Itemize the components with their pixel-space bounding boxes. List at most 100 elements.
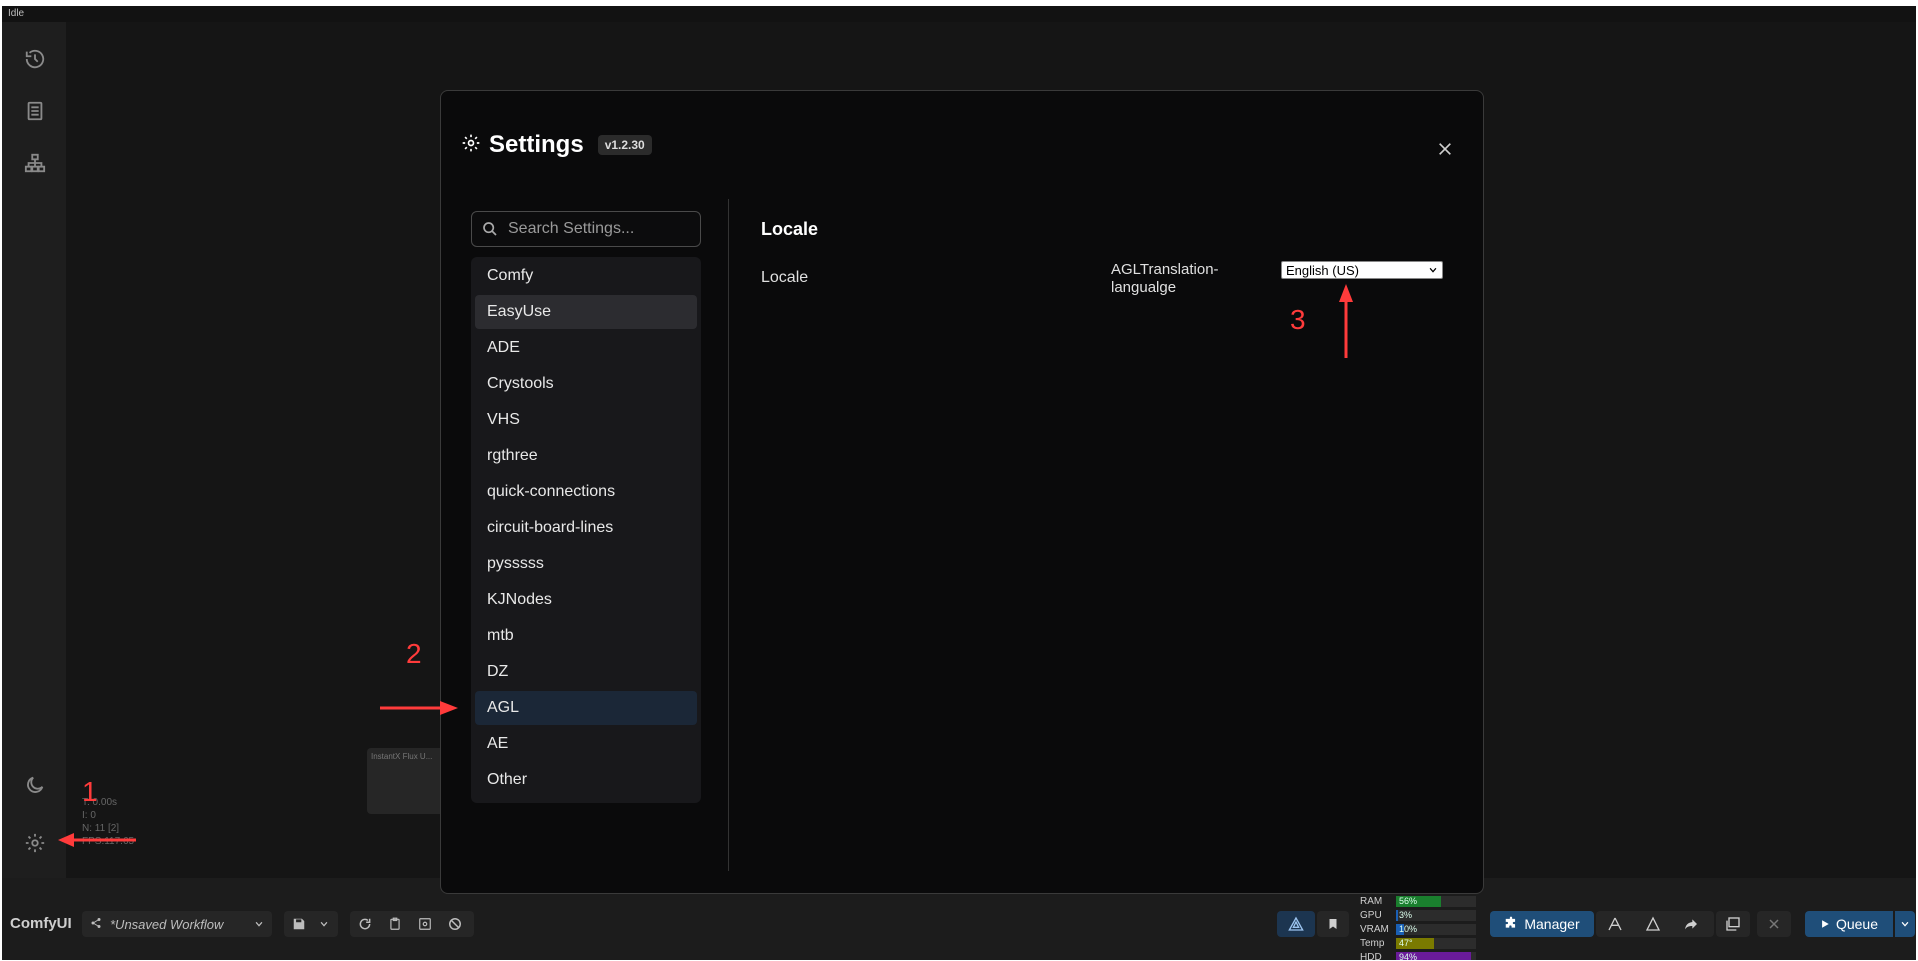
category-item[interactable]: quick-connections bbox=[475, 475, 697, 509]
triangle-icon bbox=[1277, 911, 1315, 937]
monitor-row: VRAM 10% bbox=[1360, 922, 1480, 936]
category-item[interactable]: ADE bbox=[475, 331, 697, 365]
category-item[interactable]: circuit-board-lines bbox=[475, 511, 697, 545]
category-item[interactable]: Other bbox=[475, 763, 697, 797]
workflow-name: *Unsaved Workflow bbox=[110, 916, 224, 932]
language-select[interactable]: English (US) bbox=[1281, 261, 1443, 279]
puzzle-icon bbox=[1504, 916, 1518, 933]
version-badge: v1.2.30 bbox=[597, 135, 652, 155]
workflow-tab[interactable]: *Unsaved Workflow bbox=[82, 911, 272, 937]
settings-dialog: Settings v1.2.30 Comfy EasyUse ADE Cryst… bbox=[440, 90, 1484, 894]
save-icon[interactable] bbox=[284, 911, 314, 937]
cancel-icon[interactable] bbox=[440, 911, 470, 937]
canvas-tools bbox=[350, 911, 474, 937]
resource-monitor: RAM 56% GPU 3% VRAM 10% Temp 47° HDD 94% bbox=[1360, 894, 1480, 960]
monitor-row: GPU 3% bbox=[1360, 908, 1480, 922]
category-item[interactable]: EasyUse bbox=[475, 295, 697, 329]
monitor-bar: 56% bbox=[1396, 895, 1476, 907]
refresh-icon[interactable] bbox=[350, 911, 380, 937]
monitor-label: HDD bbox=[1360, 951, 1382, 961]
monitor-row: HDD 94% bbox=[1360, 950, 1480, 960]
monitor-label: GPU bbox=[1360, 909, 1382, 921]
close-icon bbox=[1439, 143, 1451, 155]
monitor-label: VRAM bbox=[1360, 923, 1389, 935]
chevron-down-icon bbox=[1901, 921, 1909, 927]
node-tree-icon[interactable] bbox=[20, 148, 50, 178]
search-settings[interactable] bbox=[471, 211, 701, 247]
node-title: InstantX Flux U... bbox=[371, 752, 433, 761]
brand-logo: ComfyUI bbox=[10, 915, 72, 932]
arrow-annotation bbox=[1339, 284, 1353, 358]
monitor-value: 56% bbox=[1399, 895, 1418, 906]
monitor-bar: 94% bbox=[1396, 951, 1476, 961]
model-tool-icon[interactable] bbox=[1634, 911, 1672, 937]
chevron-down-icon[interactable] bbox=[254, 917, 264, 932]
left-sidebar bbox=[2, 22, 66, 878]
category-list: Comfy EasyUse ADE Crystools VHS rgthree … bbox=[471, 257, 701, 803]
monitor-bar: 47° bbox=[1396, 937, 1476, 949]
category-item[interactable]: DZ bbox=[475, 655, 697, 689]
category-item[interactable]: rgthree bbox=[475, 439, 697, 473]
node-tool-icon[interactable] bbox=[1596, 911, 1634, 937]
monitor-row: Temp 47° bbox=[1360, 936, 1480, 950]
category-item[interactable]: Crystools bbox=[475, 367, 697, 401]
history-icon[interactable] bbox=[20, 44, 50, 74]
category-item[interactable]: AE bbox=[475, 727, 697, 761]
monitor-label: RAM bbox=[1360, 895, 1383, 907]
monitor-value: 3% bbox=[1399, 909, 1413, 920]
category-item[interactable]: pysssss bbox=[475, 547, 697, 581]
moon-icon[interactable] bbox=[20, 770, 50, 800]
search-input[interactable] bbox=[506, 219, 690, 239]
setting-name: AGLTranslation-langualge bbox=[1111, 261, 1219, 296]
manager-label: Manager bbox=[1524, 916, 1580, 932]
dialog-title: Settings bbox=[489, 131, 584, 158]
stat-line: I: 0 bbox=[82, 810, 96, 821]
manager-button[interactable]: Manager bbox=[1490, 911, 1594, 937]
gear-icon[interactable] bbox=[20, 828, 50, 858]
status-bar: Idle bbox=[2, 6, 1916, 22]
queue-options-button[interactable] bbox=[1895, 911, 1915, 937]
chevron-down-icon bbox=[1429, 267, 1437, 273]
document-icon[interactable] bbox=[20, 96, 50, 126]
queue-button[interactable]: Queue bbox=[1805, 911, 1893, 937]
fit-view-icon[interactable] bbox=[410, 911, 440, 937]
annotation-number: 1 bbox=[82, 776, 98, 807]
gallery-icon bbox=[1716, 911, 1750, 937]
canvas-node[interactable]: InstantX Flux U... bbox=[367, 748, 447, 814]
extra-tools bbox=[1596, 911, 1714, 937]
panel-title: Locale bbox=[761, 219, 819, 239]
arrow-annotation bbox=[380, 701, 458, 715]
close-queue-button[interactable] bbox=[1757, 911, 1791, 937]
monitor-value: 10% bbox=[1399, 923, 1418, 934]
category-item[interactable]: mtb bbox=[475, 619, 697, 653]
mask-tool-button[interactable] bbox=[1277, 911, 1315, 937]
queue-label: Queue bbox=[1835, 916, 1879, 932]
monitor-label: Temp bbox=[1360, 937, 1385, 949]
bookmark-icon bbox=[1317, 911, 1349, 937]
save-group bbox=[284, 911, 338, 937]
gallery-button[interactable] bbox=[1716, 911, 1750, 937]
share-arrow-icon[interactable] bbox=[1672, 911, 1710, 937]
share-icon bbox=[90, 917, 102, 932]
play-icon bbox=[1820, 916, 1830, 932]
search-icon bbox=[482, 221, 498, 237]
app-window: Idle InstantX Flux U... T: 0.00s I: 0 N:… bbox=[2, 6, 1916, 960]
close-button[interactable] bbox=[1431, 135, 1459, 163]
category-item[interactable]: KJNodes bbox=[475, 583, 697, 617]
monitor-bar: 3% bbox=[1396, 909, 1476, 921]
monitor-bar: 10% bbox=[1396, 923, 1476, 935]
annotation-number: 2 bbox=[406, 638, 422, 669]
monitor-value: 94% bbox=[1399, 951, 1418, 961]
setting-group-label: Locale bbox=[761, 269, 809, 286]
panel-divider bbox=[728, 199, 729, 871]
category-item[interactable]: Comfy bbox=[475, 259, 697, 293]
gear-icon bbox=[461, 133, 481, 158]
selected-language: English (US) bbox=[1286, 262, 1359, 278]
category-item[interactable]: VHS bbox=[475, 403, 697, 437]
chevron-down-icon[interactable] bbox=[314, 911, 334, 937]
arrow-annotation bbox=[58, 833, 136, 847]
dialog-header: Settings v1.2.30 bbox=[461, 131, 652, 159]
bookmark-button[interactable] bbox=[1317, 911, 1349, 937]
category-item-active[interactable]: AGL bbox=[475, 691, 697, 725]
clipboard-icon[interactable] bbox=[380, 911, 410, 937]
